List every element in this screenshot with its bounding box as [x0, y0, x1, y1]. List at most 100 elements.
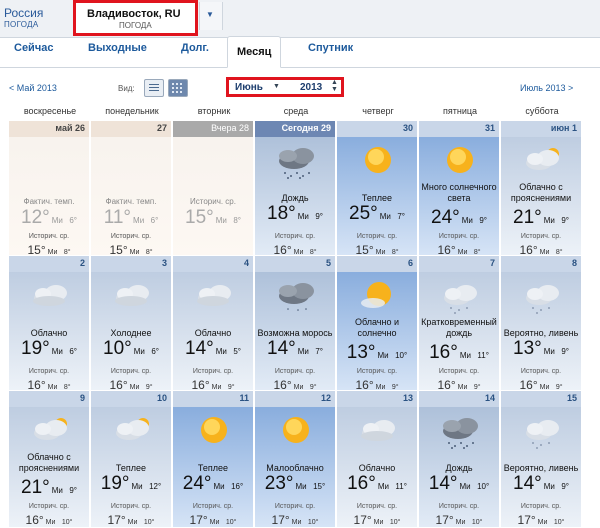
day-cell[interactable]: 3 Холоднее 10° Ми 6° Историч. ср. 16° Ми 9° [91, 256, 172, 391]
hist-high: 15° [27, 243, 46, 256]
day-cell[interactable]: 30 Теплее 25° Ми 7° Историч. ср. 15° Ми 8° [337, 121, 418, 256]
temp-low: 11° [477, 351, 489, 360]
next-month-link[interactable]: Июль 2013 > [520, 83, 573, 93]
day-cell[interactable]: 14 Дождь 14° Ми 10° Историч. ср. 17° Ми 10° [419, 391, 500, 528]
temp-low: 7° [315, 347, 323, 356]
historical-label: Историч. ср. [356, 233, 398, 240]
forecast-temps: 25° Ми 7° [337, 203, 417, 225]
temp-high: 16° [429, 342, 458, 363]
weekday-header: воскресенье [23, 106, 77, 116]
temp-low: 9° [69, 486, 77, 495]
tab-month[interactable]: Месяц [227, 36, 282, 68]
day-cell[interactable]: Вчера 28 Историч. ср. 15° Ми 8° [173, 121, 254, 256]
hist-min-label: Ми [47, 384, 58, 391]
temp-low: 6° [150, 216, 159, 225]
forecast-temps: 16° Ми 11° [419, 342, 499, 364]
hist-low: 9° [391, 384, 399, 391]
temp-low: 8° [233, 216, 241, 225]
day-cell[interactable]: 2 Облачно 19° Ми 6° Историч. ср. 16° Ми 8° [9, 256, 90, 391]
day-cell[interactable]: 31 Много солнечного света 24° Ми 9° Историч.… [419, 121, 500, 256]
prev-month-link[interactable]: < Май 2013 [9, 83, 57, 93]
day-cell[interactable]: 13 Облачно 16° Ми 11° Историч. ср. 17° Ми 10° [337, 391, 418, 528]
sun-icon [437, 141, 483, 179]
historical-label: Историч. ср. [356, 368, 398, 375]
hist-min-label: Ми [539, 249, 550, 256]
year-select[interactable]: 2013 [300, 82, 322, 93]
chevron-down-icon: ▼ [273, 83, 280, 90]
day-cell[interactable]: 9 Облачно с прояснениями 21° Ми 9° Историч. … [9, 391, 90, 528]
region-link[interactable]: Россия ПОГОДА [4, 6, 64, 32]
historical-temps: 16° Ми 10° [9, 511, 89, 527]
hist-min-label: Ми [211, 384, 222, 391]
day-cell[interactable]: 7 Кратковременный дождь 16° Ми 11° Историч. … [419, 256, 500, 391]
tab-satellite[interactable]: Спутник [308, 42, 353, 54]
grid-view-icon[interactable] [168, 79, 188, 97]
temp-min-label: Ми [377, 351, 389, 360]
historical-label: Историч. ср. [274, 368, 316, 375]
day-cell[interactable]: 10 Теплее 19° Ми 12° Историч. ср. 17° Ми 10° [91, 391, 172, 528]
historical-label: Историч. ср. [438, 233, 480, 240]
list-view-icon[interactable] [144, 79, 164, 97]
day-cell[interactable]: 12 Малооблачно 23° Ми 15° Историч. ср. 17° Ми … [255, 391, 336, 528]
tab-weekend[interactable]: Выходные [88, 42, 147, 54]
day-cell[interactable]: 6 Облачно и солнечно 13° Ми 10° Историч. ср.… [337, 256, 418, 391]
day-cell[interactable]: 27 Фактич. темп. 11° Ми 6° Историч. ср. 15° Ми… [91, 121, 172, 256]
rain-cloud-icon [273, 141, 319, 179]
tab-long-range[interactable]: Долг. [181, 42, 209, 54]
partly-cloudy-icon [109, 411, 155, 449]
hist-min-label: Ми [375, 384, 386, 391]
drizzle-icon [273, 276, 319, 314]
day-cell[interactable]: 5 Возможна морось 14° Ми 7° Историч. ср. 16° М… [255, 256, 336, 391]
temp-actual: 15° Ми 8° [173, 207, 253, 229]
historical-label: Историч. ср. [356, 503, 398, 510]
temp-low: 5° [233, 347, 241, 356]
day-cell[interactable]: Сегодня 29 Дождь 18° Ми 9° Историч. ср. 16° Ми… [255, 121, 336, 256]
month-year-selector[interactable]: Июнь ▼ 2013 ▲ ▼ [226, 77, 344, 97]
historical-temps: 15° Ми 8° [91, 241, 171, 256]
temp-low: 9° [561, 216, 569, 225]
hist-min-label: Ми [373, 519, 384, 526]
calendar-grid: май 26 Фактич. темп. 12° Ми 6° Историч. ср. 1… [9, 121, 583, 528]
hist-high: 16° [27, 378, 46, 391]
day-date: июн 1 [501, 121, 581, 137]
hist-min-label: Ми [457, 249, 468, 256]
forecast-temps: 23° Ми 15° [255, 473, 335, 495]
forecast-temps: 10° Ми 6° [91, 338, 171, 360]
hist-high: 16° [25, 513, 44, 527]
cloud-icon [191, 276, 237, 314]
hist-high: 16° [437, 378, 456, 391]
city-dropdown-button[interactable]: ▼ [199, 2, 223, 30]
day-cell[interactable]: 8 Вероятно, ливень 13° Ми 9° Историч. ср. 16°… [501, 256, 582, 391]
hist-low: 10° [471, 519, 483, 526]
temp-low: 16° [231, 482, 244, 491]
historical-label: Историч. ср. [274, 233, 316, 240]
weekday-header: вторник [197, 106, 231, 116]
historical-temps: 16° Ми 9° [255, 376, 335, 390]
historical-label: Историч. ср. [520, 503, 562, 510]
temp-low: 12° [149, 482, 162, 491]
forecast-temps: 21° Ми 9° [501, 207, 581, 229]
hist-min-label: Ми [45, 519, 56, 526]
hist-low: 10° [553, 519, 565, 526]
day-cell[interactable]: 4 Облачно 14° Ми 5° Историч. ср. 16° Ми 9° [173, 256, 254, 391]
tab-now[interactable]: Сейчас [14, 42, 53, 54]
temp-high: 14° [185, 338, 214, 359]
temp-low: 7° [397, 212, 405, 221]
temp-high: 14° [267, 338, 296, 359]
historical-temps: 16° Ми 9° [419, 376, 499, 391]
historical-temps: 16° Ми 8° [9, 376, 89, 391]
hist-high: 15° [109, 243, 128, 256]
temp-min-label: Ми [543, 216, 555, 225]
day-cell[interactable]: 15 Вероятно, ливень 14° Ми 9° Историч. ср. 17… [501, 391, 582, 528]
city-selector[interactable]: Владивосток, RU ПОГОДА [73, 0, 198, 36]
historical-temps: 16° Ми 8° [419, 241, 499, 256]
month-select[interactable]: Июнь [235, 82, 263, 93]
temp-low: 11° [395, 482, 407, 491]
weekday-header: среда [283, 106, 309, 116]
day-cell[interactable]: июн 1 Облачно с прояснениями 21° Ми 9° Истор… [501, 121, 582, 256]
temp-min-label: Ми [377, 482, 389, 491]
day-cell[interactable]: май 26 Фактич. темп. 12° Ми 6° Историч. ср. 1… [9, 121, 90, 256]
hist-min-label: Ми [209, 519, 220, 526]
day-cell[interactable]: 11 Теплее 24° Ми 16° Историч. ср. 17° Ми 10° [173, 391, 254, 528]
hist-low: 10° [143, 519, 155, 526]
